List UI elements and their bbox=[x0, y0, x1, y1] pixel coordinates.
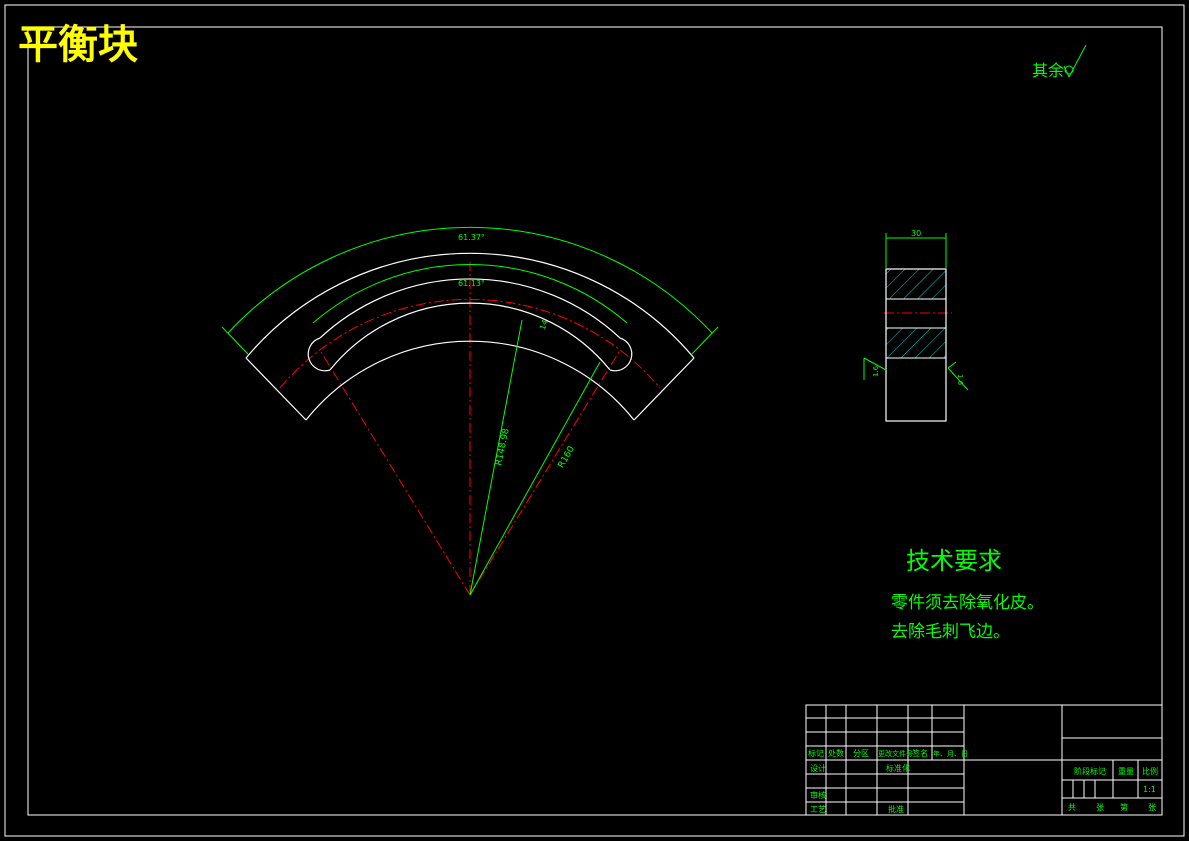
inner-frame bbox=[27, 26, 1163, 816]
tb-header-mark: 标记 bbox=[808, 748, 824, 758]
hatch-top bbox=[885, 268, 947, 300]
tb-header-change-doc: 更改文件号 bbox=[878, 749, 913, 758]
surface-note: 其余 bbox=[1032, 61, 1064, 80]
tb-weight: 重量 bbox=[1118, 766, 1134, 776]
tb-header-zone: 分区 bbox=[853, 749, 869, 758]
tb-stage-mark: 阶段标记 bbox=[1074, 766, 1106, 776]
tech-req-item-1: 零件须去除氧化皮。 bbox=[891, 593, 1044, 613]
title-block bbox=[805, 704, 1163, 816]
roughness-symbol-icon bbox=[1063, 44, 1087, 78]
tb-design: 设计 bbox=[810, 763, 826, 773]
tb-scale: 比例 bbox=[1142, 766, 1158, 776]
tb-header-date: 年、月、日 bbox=[933, 749, 968, 758]
drawing-sheet: 平衡块 其余 61.37° 61.13° 14 R148.98 R160 30 … bbox=[4, 4, 1185, 837]
title-block-text: 标记 处数 分区 更改文件号 签名 年、月、日 设计 标准化 审核 工艺 批准 … bbox=[808, 748, 1158, 814]
dim-thickness: 30 bbox=[911, 229, 921, 238]
center-lines bbox=[279, 262, 952, 596]
roughness-right: 1.6 bbox=[956, 374, 964, 386]
tb-sheet-unit2: 张 bbox=[1148, 803, 1156, 812]
tb-standardize: 标准化 bbox=[886, 763, 910, 773]
tb-sheet-unit: 张 bbox=[1096, 803, 1104, 812]
tb-sheets-total: 共 bbox=[1068, 803, 1076, 812]
dim-radius-1: R148.98 bbox=[494, 427, 512, 466]
tb-review: 审核 bbox=[810, 790, 826, 800]
tb-process: 工艺 bbox=[810, 805, 826, 814]
hatch-bottom bbox=[885, 327, 947, 359]
tech-req-heading: 技术要求 bbox=[906, 547, 1002, 575]
roughness-left: 1.6 bbox=[872, 365, 880, 377]
outer-frame bbox=[4, 4, 1185, 837]
tb-header-sign: 签名 bbox=[912, 748, 928, 758]
front-view: 61.37° 61.13° 14 R148.98 R160 bbox=[221, 226, 952, 596]
tb-sheet-no: 第 bbox=[1120, 802, 1128, 812]
dim-inner-angle: 61.13° bbox=[458, 279, 485, 288]
drawing-title: 平衡块 bbox=[18, 22, 138, 68]
tech-req-item-2: 去除毛刺飞边。 bbox=[891, 622, 1010, 642]
tb-header-count: 处数 bbox=[828, 748, 844, 758]
tb-scale-value: 1:1 bbox=[1143, 785, 1156, 794]
tb-approve: 批准 bbox=[888, 804, 904, 814]
dim-outer-angle: 61.37° bbox=[458, 233, 485, 242]
side-view: 30 1.6 1.6 bbox=[863, 229, 969, 422]
